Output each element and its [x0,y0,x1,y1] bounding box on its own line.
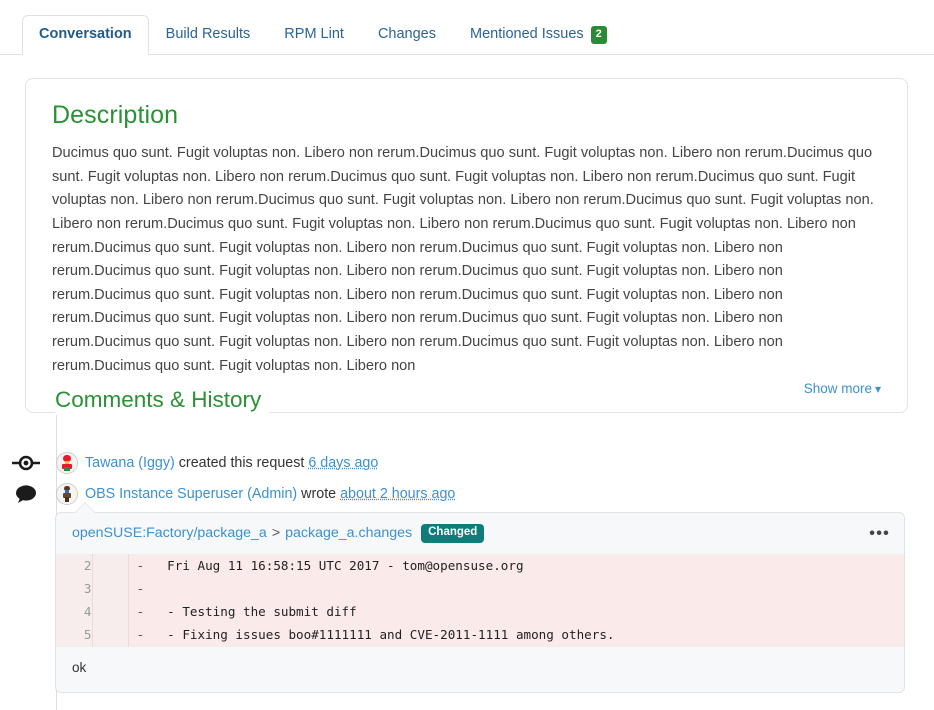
diff-path-separator: > [272,525,280,541]
comment-box: openSUSE:Factory/package_a > package_a.c… [55,512,905,693]
diff-marker: - [128,577,152,600]
description-card: Description Ducimus quo sunt. Fugit volu… [25,78,908,413]
diff-row: 2 - Fri Aug 11 16:58:15 UTC 2017 - tom@o… [56,554,904,577]
diff-marker: - [128,554,152,577]
diff-file-link[interactable]: package_a.changes [285,525,412,541]
diff-marker: - [128,600,152,623]
diff-line-number-old: 5 [56,623,92,646]
description-title: Description [52,101,881,130]
tab-mentioned-issues-label: Mentioned Issues [470,25,584,44]
diff-marker: - [128,623,152,646]
timeline-marker-comment [0,483,56,505]
diff-header: openSUSE:Factory/package_a > package_a.c… [56,513,904,554]
timeline-marker-created [0,452,56,474]
diff-line-number-old: 4 [56,600,92,623]
comment-event-user-link[interactable]: OBS Instance Superuser (Admin) [85,486,297,502]
mentioned-issues-count-badge: 2 [591,26,607,44]
chevron-down-icon: ▾ [875,382,881,396]
timeline-item-comment: OBS Instance Superuser (Admin) wrote abo… [0,483,455,505]
diff-line-text [152,577,904,600]
kebab-menu-icon[interactable]: ••• [869,525,890,542]
diff-row: 3 - [56,577,904,600]
diff-line-number-old: 2 [56,554,92,577]
tab-rpm-lint-label: RPM Lint [284,25,344,44]
comment-bubble-icon [15,484,37,509]
show-more-button[interactable]: Show more▾ [804,381,881,396]
diff-status-badge: Changed [421,524,484,543]
tab-mentioned-issues[interactable]: Mentioned Issues 2 [453,15,624,55]
diff-table: 2 - Fri Aug 11 16:58:15 UTC 2017 - tom@o… [56,554,904,647]
diff-line-text: - Testing the submit diff [152,600,904,623]
diff-line-text: - Fixing issues boo#1111111 and CVE-2011… [152,623,904,646]
created-event-action-text: created this request [179,455,305,471]
diff-line-number-new [92,577,128,600]
diff-project-link[interactable]: openSUSE:Factory/package_a [72,525,267,541]
tab-changes-label: Changes [378,25,436,44]
tab-rpm-lint[interactable]: RPM Lint [267,15,361,55]
comment-event-text: OBS Instance Superuser (Admin) wrote abo… [85,483,455,505]
diff-line-number-new [92,623,128,646]
avatar-obs-superuser[interactable] [56,483,78,505]
diff-table-body: 2 - Fri Aug 11 16:58:15 UTC 2017 - tom@o… [56,554,904,646]
comment-event-action-text: wrote [301,486,336,502]
diff-row: 5 - - Fixing issues boo#1111111 and CVE-… [56,623,904,646]
diff-line-text: Fri Aug 11 16:58:15 UTC 2017 - tom@opens… [152,554,904,577]
diff-line-number-old: 3 [56,577,92,600]
created-event-text: Tawana (Iggy) created this request 6 day… [85,452,378,474]
timeline-item-created: Tawana (Iggy) created this request 6 day… [0,452,378,474]
commit-dot-icon [12,455,40,476]
created-event-user-link[interactable]: Tawana (Iggy) [85,455,175,471]
comments-history-heading: Comments & History [55,385,269,415]
diff-line-number-new [92,600,128,623]
avatar-tawana[interactable] [56,452,78,474]
diff-row: 4 - - Testing the submit diff [56,600,904,623]
diff-line-number-new [92,554,128,577]
comment-text: ok [56,647,904,692]
tab-bar: Conversation Build Results RPM Lint Chan… [0,0,934,55]
created-event-timestamp[interactable]: 6 days ago [308,455,378,471]
tab-changes[interactable]: Changes [361,15,453,55]
tab-conversation[interactable]: Conversation [22,15,149,55]
tab-build-results-label: Build Results [166,25,251,44]
tab-build-results[interactable]: Build Results [149,15,268,55]
comment-event-timestamp[interactable]: about 2 hours ago [340,486,455,502]
description-body: Ducimus quo sunt. Fugit voluptas non. Li… [52,142,881,378]
tab-conversation-label: Conversation [39,25,132,44]
show-more-label: Show more [804,381,872,396]
